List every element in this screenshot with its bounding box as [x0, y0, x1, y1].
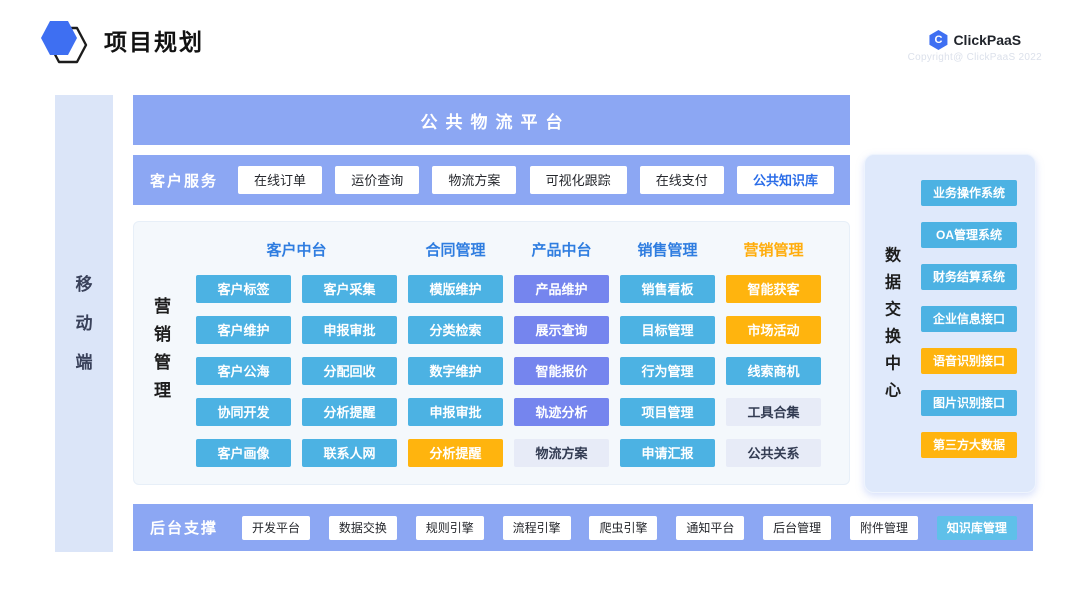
vertical-char: 据: [885, 275, 901, 291]
data-exchange-buttons: 业务操作系统 OA管理系统财务结算系统企业信息接口语音识别接口图片识别接口第三方大…: [921, 180, 1017, 458]
service-button[interactable]: 在线支付: [640, 166, 724, 194]
vertical-char: 动: [76, 315, 93, 332]
vertical-char: 端: [76, 354, 93, 371]
matrix-button[interactable]: 项目管理: [620, 398, 715, 426]
matrix-button[interactable]: 线索商机: [726, 357, 821, 385]
vertical-char: 中: [885, 356, 901, 372]
matrix-button[interactable]: 协同开发: [196, 398, 291, 426]
brand: C ClickPaaS Copyright@ ClickPaaS 2022: [908, 30, 1042, 63]
system-button[interactable]: OA管理系统: [921, 222, 1017, 248]
hexagon-logo-icon: [40, 18, 90, 66]
copyright-text: Copyright@ ClickPaaS 2022: [908, 52, 1042, 63]
marketing-management-side-label: 营销管理: [154, 298, 171, 399]
backend-button[interactable]: 流程引擎: [503, 516, 571, 540]
business-matrix-panel: 营销管理 客户中台合同管理产品中台销售管理营销管理 客户标签客户采集模版维护产品…: [133, 221, 850, 485]
matrix-button[interactable]: 客户画像: [196, 439, 291, 467]
matrix-column-headers: 客户中台合同管理产品中台销售管理营销管理: [196, 236, 821, 262]
matrix-button[interactable]: 客户公海: [196, 357, 291, 385]
matrix-button[interactable]: 申报审批: [408, 398, 503, 426]
column-header: 合同管理: [408, 239, 503, 260]
matrix-button[interactable]: 工具合集: [726, 398, 821, 426]
system-button[interactable]: 企业信息接口: [921, 306, 1017, 332]
page: 项目规划 C ClickPaaS Copyright@ ClickPaaS 20…: [0, 0, 1080, 608]
brand-name: ClickPaaS: [953, 32, 1021, 48]
backend-buttons: 开发平台数据交换规则引擎流程引擎爬虫引擎通知平台后台管理附件管理知识库管理: [242, 516, 1017, 540]
service-button[interactable]: 公共知识库: [737, 166, 834, 194]
system-button[interactable]: 图片识别接口: [921, 390, 1017, 416]
customer-service-bar: 客户服务 在线订单运价查询物流方案可视化跟踪在线支付公共知识库: [133, 155, 850, 205]
vertical-char: 营: [154, 298, 171, 315]
clickpaas-logo-icon: C: [928, 30, 948, 50]
vertical-char: 管: [154, 354, 171, 371]
matrix-button[interactable]: 行为管理: [620, 357, 715, 385]
service-button[interactable]: 在线订单: [238, 166, 322, 194]
system-button[interactable]: 语音识别接口: [921, 348, 1017, 374]
vertical-char: 数: [885, 248, 901, 264]
column-header: 营销管理: [726, 239, 821, 260]
matrix-button[interactable]: 销售看板: [620, 275, 715, 303]
customer-service-label: 客户服务: [150, 170, 218, 191]
backend-support-label: 后台支撑: [150, 517, 218, 538]
system-button[interactable]: 财务结算系统: [921, 264, 1017, 290]
matrix-button[interactable]: 申请汇报: [620, 439, 715, 467]
matrix-button[interactable]: 客户采集: [302, 275, 397, 303]
matrix-button[interactable]: 分析提醒: [408, 439, 503, 467]
vertical-char: 心: [885, 383, 901, 399]
system-button[interactable]: 业务操作系统: [921, 180, 1017, 206]
backend-button[interactable]: 数据交换: [329, 516, 397, 540]
matrix-button[interactable]: 数字维护: [408, 357, 503, 385]
column-header: 客户中台: [196, 239, 397, 260]
data-exchange-panel: 数据交换中心 业务操作系统 OA管理系统财务结算系统企业信息接口语音识别接口图片识…: [864, 154, 1036, 493]
matrix-grid: 客户标签客户采集模版维护产品维护销售看板智能获客客户维护申报审批分类检索展示查询…: [196, 275, 821, 467]
backend-support-bar: 后台支撑 开发平台数据交换规则引擎流程引擎爬虫引擎通知平台后台管理附件管理知识库…: [133, 504, 1033, 551]
matrix-button[interactable]: 联系人网: [302, 439, 397, 467]
matrix-button[interactable]: 分析提醒: [302, 398, 397, 426]
matrix-button[interactable]: 客户标签: [196, 275, 291, 303]
backend-button[interactable]: 通知平台: [676, 516, 744, 540]
backend-button[interactable]: 知识库管理: [937, 516, 1017, 540]
column-header: 销售管理: [620, 239, 715, 260]
matrix-button[interactable]: 展示查询: [514, 316, 609, 344]
matrix-button[interactable]: 物流方案: [514, 439, 609, 467]
system-button[interactable]: 第三方大数据: [921, 432, 1017, 458]
customer-service-buttons: 在线订单运价查询物流方案可视化跟踪在线支付公共知识库: [238, 166, 834, 194]
matrix-button[interactable]: 公共关系: [726, 439, 821, 467]
vertical-char: 交: [885, 302, 901, 318]
matrix-button[interactable]: 模版维护: [408, 275, 503, 303]
matrix-button[interactable]: 智能获客: [726, 275, 821, 303]
backend-button[interactable]: 规则引擎: [416, 516, 484, 540]
column-header: 产品中台: [514, 239, 609, 260]
matrix-button[interactable]: 分配回收: [302, 357, 397, 385]
matrix-button[interactable]: 产品维护: [514, 275, 609, 303]
data-exchange-side-label: 数据交换中心: [885, 248, 901, 399]
backend-button[interactable]: 附件管理: [850, 516, 918, 540]
vertical-char: 销: [154, 326, 171, 343]
service-button[interactable]: 运价查询: [335, 166, 419, 194]
vertical-char: 换: [885, 329, 901, 345]
backend-button[interactable]: 开发平台: [242, 516, 310, 540]
matrix-button[interactable]: 客户维护: [196, 316, 291, 344]
matrix-button[interactable]: 智能报价: [514, 357, 609, 385]
matrix-button[interactable]: 分类检索: [408, 316, 503, 344]
matrix-button[interactable]: 申报审批: [302, 316, 397, 344]
matrix-button[interactable]: 市场活动: [726, 316, 821, 344]
vertical-char: 理: [154, 382, 171, 399]
matrix-button[interactable]: 目标管理: [620, 316, 715, 344]
page-title: 项目规划: [104, 30, 204, 55]
backend-button[interactable]: 爬虫引擎: [589, 516, 657, 540]
vertical-char: 移: [76, 276, 93, 293]
mobile-terminal-strip: 移动端: [55, 95, 113, 552]
service-button[interactable]: 物流方案: [432, 166, 516, 194]
platform-banner: 公共物流平台: [133, 95, 850, 145]
backend-button[interactable]: 后台管理: [763, 516, 831, 540]
service-button[interactable]: 可视化跟踪: [530, 166, 627, 194]
matrix-button[interactable]: 轨迹分析: [514, 398, 609, 426]
